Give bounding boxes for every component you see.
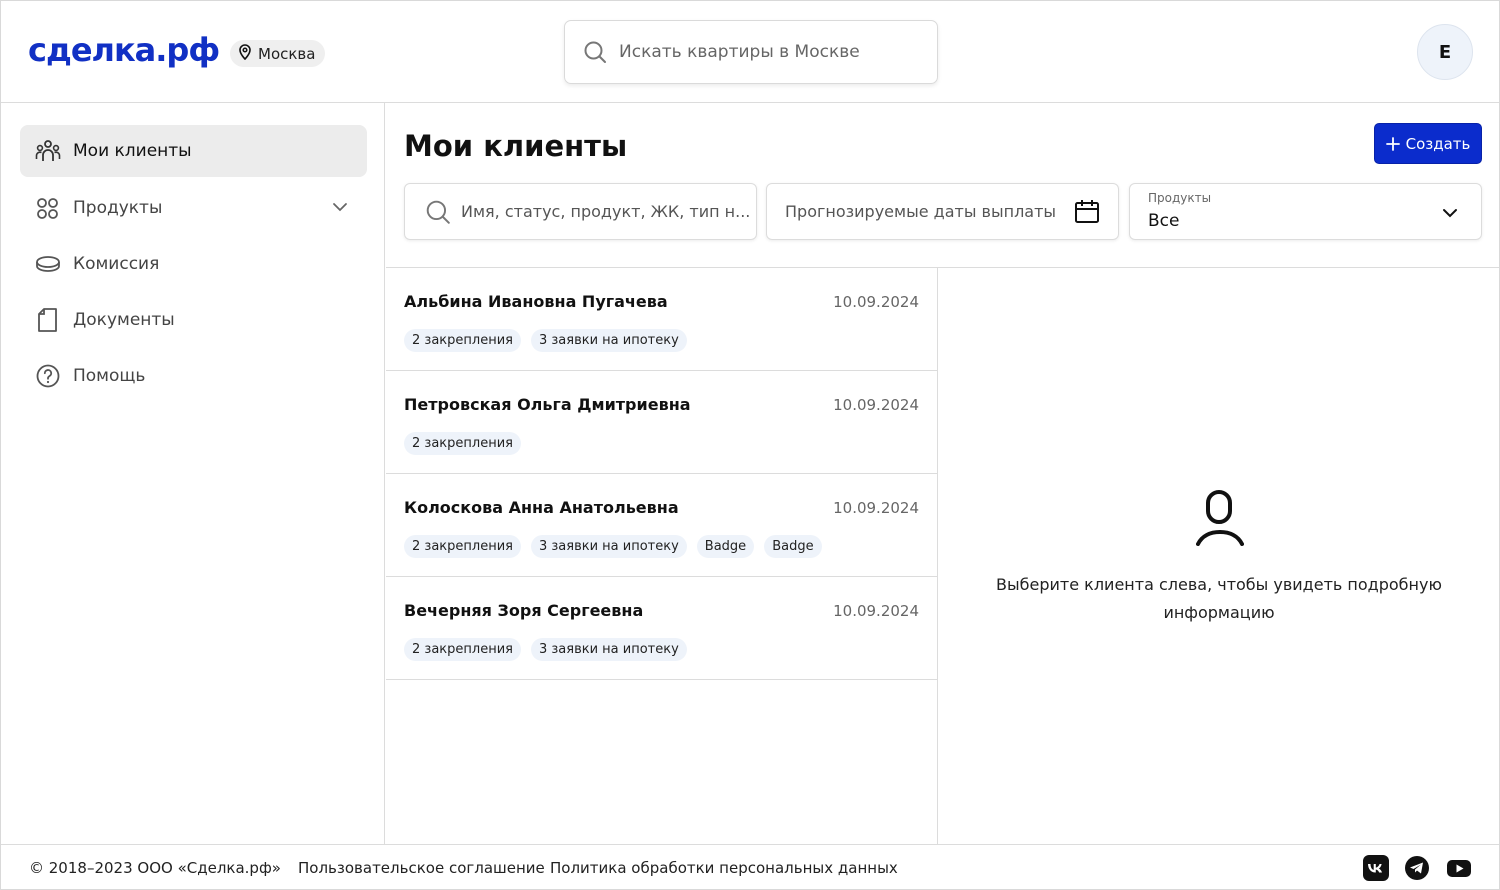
top-header: сделка.рф Москва Искать квартиры в Москв… [1,1,1499,103]
telegram-icon[interactable] [1404,855,1430,881]
empty-state-text: Выберите клиента слева, чтобы увидеть по… [939,571,1499,627]
footer-agreement-link[interactable]: Пользовательское соглашение [298,859,545,877]
sidebar-item-label: Комиссия [73,254,160,274]
clients-search-input[interactable]: Имя, статус, продукт, ЖК, тип н... [404,183,757,240]
plus-icon [1385,136,1400,151]
footer: © 2018–2023 ООО «Сделка.рф» Пользователь… [1,844,1499,890]
client-badge: Badge [764,535,822,558]
document-icon [35,308,61,332]
coin-icon [35,252,61,276]
vk-icon[interactable] [1363,855,1389,881]
footer-copyright: © 2018–2023 ООО «Сделка.рф» [29,859,281,877]
products-select-value: Все [1148,211,1180,231]
calendar-icon [1074,199,1100,225]
client-tags: 2 закрепления 3 заявки на ипотеку [404,329,687,352]
sidebar: Мои клиенты Продукты Комиссия Документы [1,103,385,844]
empty-state-line: информацию [1163,603,1275,622]
client-name: Вечерняя Зоря Сергеевна [404,601,644,620]
client-badge: Badge [696,535,755,558]
client-tags: 2 закрепления 3 заявки на ипотеку [404,638,687,661]
client-badge: 2 закрепления [404,638,521,661]
client-row[interactable]: Вечерняя Зоря Сергеевна 10.09.2024 2 зак… [386,577,937,680]
client-badge: 3 заявки на ипотеку [530,329,687,352]
client-date: 10.09.2024 [833,293,919,311]
create-button-label: Создать [1405,134,1471,153]
client-date: 10.09.2024 [833,396,919,414]
sidebar-item-products[interactable]: Продукты [20,182,367,234]
sidebar-item-label: Продукты [73,198,163,218]
global-search-placeholder: Искать квартиры в Москве [619,42,860,62]
client-badge: 3 заявки на ипотеку [530,535,687,558]
client-row[interactable]: Альбина Ивановна Пугачева 10.09.2024 2 з… [386,268,937,371]
sidebar-item-documents[interactable]: Документы [20,294,367,346]
client-badge: 3 заявки на ипотеку [530,638,687,661]
sidebar-item-label: Помощь [73,366,146,386]
client-name: Колоскова Анна Анатольевна [404,498,679,517]
sidebar-item-label: Документы [73,310,175,330]
client-badge: 2 закрепления [404,329,521,352]
payout-dates-picker[interactable]: Прогнозируемые даты выплаты [766,183,1119,240]
global-search-input[interactable]: Искать квартиры в Москве [564,20,938,84]
search-icon [583,40,607,64]
client-date: 10.09.2024 [833,602,919,620]
city-label: Москва [258,44,316,63]
client-tags: 2 закрепления [404,432,521,455]
products-select[interactable]: Продукты Все [1129,183,1482,240]
client-row[interactable]: Петровская Ольга Дмитриевна 10.09.2024 2… [386,371,937,474]
empty-state-line: Выберите клиента слева, чтобы увидеть по… [996,575,1442,594]
client-row[interactable]: Колоскова Анна Анатольевна 10.09.2024 2 … [386,474,937,577]
page-title: Мои клиенты [404,129,628,163]
search-icon [425,199,451,225]
app-window: сделка.рф Москва Искать квартиры в Москв… [0,0,1500,890]
client-badge: 2 закрепления [404,535,521,558]
youtube-icon[interactable] [1446,855,1472,881]
create-button[interactable]: Создать [1374,123,1482,164]
client-name: Петровская Ольга Дмитриевна [404,395,691,414]
help-icon [35,364,61,388]
users-icon [35,139,61,163]
clients-search-placeholder: Имя, статус, продукт, ЖК, тип н... [461,202,751,221]
sidebar-item-label: Мои клиенты [73,141,192,161]
client-badge: 2 закрепления [404,432,521,455]
client-date: 10.09.2024 [833,499,919,517]
sidebar-item-my-clients[interactable]: Мои клиенты [20,125,367,177]
chevron-down-icon[interactable] [331,198,349,221]
client-detail-panel: Выберите клиента слева, чтобы увидеть по… [939,268,1499,844]
logo[interactable]: сделка.рф [28,31,220,69]
location-pin-icon [238,43,252,64]
clients-list: Альбина Ивановна Пугачева 10.09.2024 2 з… [386,268,938,844]
payout-dates-placeholder: Прогнозируемые даты выплаты [785,202,1057,221]
chevron-down-icon [1441,204,1459,226]
client-name: Альбина Ивановна Пугачева [404,292,668,311]
clients-toolbar: Мои клиенты Создать Имя, статус, продукт… [386,103,1499,268]
products-select-label: Продукты [1148,191,1212,205]
grid-icon [35,196,61,220]
client-tags: 2 закрепления 3 заявки на ипотеку Badge … [404,535,822,558]
sidebar-item-commission[interactable]: Комиссия [20,238,367,290]
person-icon [1196,490,1244,550]
city-selector[interactable]: Москва [230,40,326,67]
user-avatar[interactable]: Е [1417,24,1473,80]
sidebar-item-help[interactable]: Помощь [20,350,367,402]
footer-privacy-link[interactable]: Политика обработки персональных данных [550,859,898,877]
